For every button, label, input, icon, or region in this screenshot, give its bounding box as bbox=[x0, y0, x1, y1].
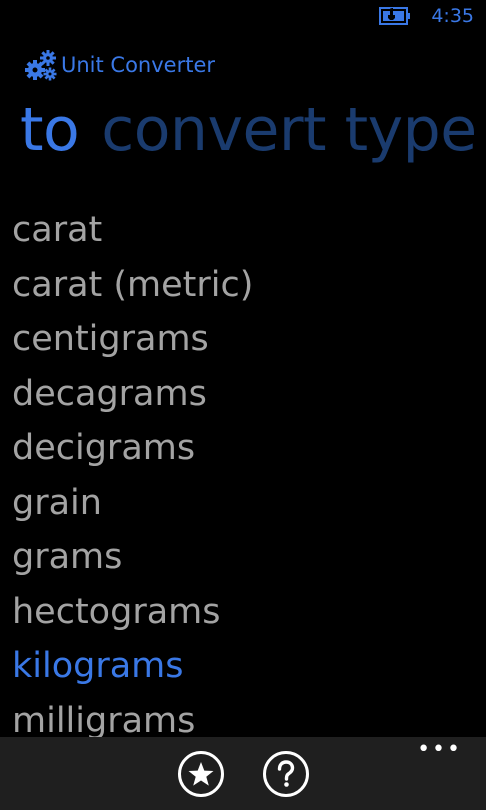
unit-item-carat-metric[interactable]: carat (metric) bbox=[12, 258, 486, 313]
unit-item-decagrams[interactable]: decagrams bbox=[12, 367, 486, 422]
pivot-header: to convert type bbox=[20, 90, 486, 170]
status-bar: 4:35 bbox=[0, 0, 486, 32]
unit-list: carat carat (metric) centigrams decagram… bbox=[12, 203, 486, 748]
unit-item-carat[interactable]: carat bbox=[12, 203, 486, 258]
unit-item-decigrams[interactable]: decigrams bbox=[12, 421, 486, 476]
star-icon[interactable] bbox=[177, 750, 225, 798]
unit-item-grain[interactable]: grain bbox=[12, 476, 486, 531]
more-options-button[interactable]: ••• bbox=[417, 739, 462, 761]
unit-item-hectograms[interactable]: hectograms bbox=[12, 585, 486, 640]
app-name: Unit Converter bbox=[61, 53, 216, 77]
pivot-tab-to[interactable]: to bbox=[20, 90, 80, 170]
unit-item-centigrams[interactable]: centigrams bbox=[12, 312, 486, 367]
unit-item-grams[interactable]: grams bbox=[12, 530, 486, 585]
unit-item-kilograms[interactable]: kilograms bbox=[12, 639, 486, 694]
help-icon[interactable] bbox=[262, 750, 310, 798]
pivot-tab-convert-type[interactable]: convert type bbox=[101, 90, 477, 170]
clock: 4:35 bbox=[431, 5, 474, 27]
gears-icon bbox=[25, 50, 57, 81]
app-bar: ••• bbox=[0, 737, 486, 810]
battery-charging-icon bbox=[379, 7, 410, 25]
app-title: Unit Converter bbox=[24, 48, 215, 82]
